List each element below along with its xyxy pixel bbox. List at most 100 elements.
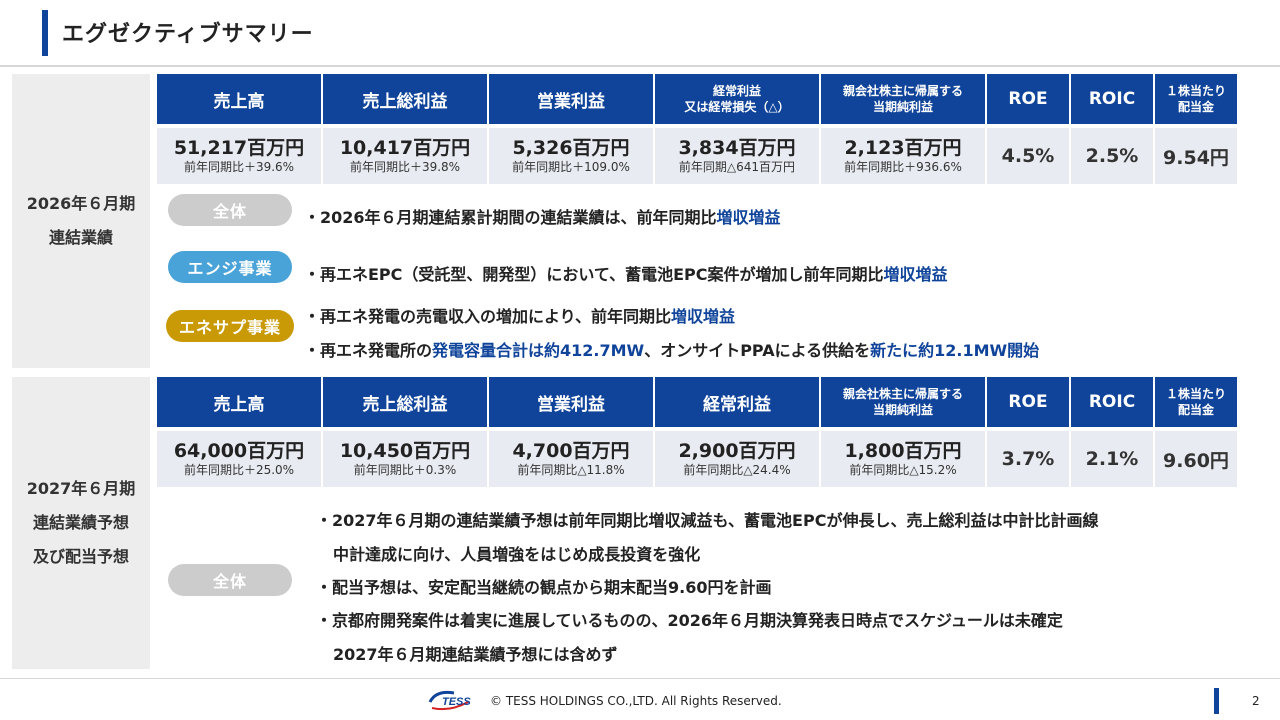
kpi-column: ROIC 2.5% <box>1071 74 1153 184</box>
section-label-line: 2027年６月期 <box>26 479 136 498</box>
bullet-text: ・再エネ発電の売電収入の増加により、前年同期比 <box>304 307 672 326</box>
kpi-column: ROE 4.5% <box>987 74 1069 184</box>
kpi-header-line: 営業利益 <box>537 394 605 415</box>
kpi-column: 営業利益 4,700百万円 前年同期比△11.8% <box>489 377 653 487</box>
kpi-header: 経常利益 又は経常損失（△） <box>655 74 819 124</box>
bullet-engi: ・再エネEPC（受託型、開発型）において、蓄電池EPC案件が増加し前年同期比増収… <box>304 261 948 285</box>
kpi-column: 売上高 64,000百万円 前年同期比＋25.0% <box>157 377 321 487</box>
kpi-value-cell: 4,700百万円 前年同期比△11.8% <box>489 431 653 487</box>
kpi-header-line: ROE <box>1008 89 1048 109</box>
kpi-table-2026: 売上高 51,217百万円 前年同期比＋39.6% 売上総利益 10,417百万円 前年同… <box>157 74 1237 184</box>
kpi-yoy: 前年同期比△15.2% <box>849 463 957 477</box>
kpi-value-cell: 51,217百万円 前年同期比＋39.6% <box>157 128 321 184</box>
section-label-line: 2026年６月期 <box>26 194 136 213</box>
section-label-2027: 2027年６月期 連結業績予想 及び配当予想 <box>12 377 150 669</box>
kpi-column: 経常利益 又は経常損失（△） 3,834百万円 前年同期△641百万円 <box>655 74 819 184</box>
footer-divider <box>0 678 1280 679</box>
kpi-value: 4.5% <box>1001 145 1055 167</box>
kpi-header: 売上総利益 <box>323 377 487 427</box>
kpi-value-cell: 2.5% <box>1071 128 1153 184</box>
kpi-yoy: 前年同期比△11.8% <box>517 463 625 477</box>
kpi-value-cell: 64,000百万円 前年同期比＋25.0% <box>157 431 321 487</box>
kpi-value: 2.5% <box>1085 145 1139 167</box>
kpi-header-line: 親会社株主に帰属する <box>842 84 963 98</box>
bullet-highlight: 増収増益 <box>671 307 736 326</box>
kpi-column: 売上総利益 10,450百万円 前年同期比＋0.3% <box>323 377 487 487</box>
kpi-value: 9.60円 <box>1163 449 1229 472</box>
kpi-header: 経常利益 <box>655 377 819 427</box>
bullet-text: ・再エネ発電所の <box>304 341 433 360</box>
section-label-line: 及び配当予想 <box>32 547 129 566</box>
kpi-header-line: １株当たり <box>1165 84 1226 98</box>
bullet-2027-1: ・2027年６月期の連結業績予想は前年同期比増収減益も、蓄電池EPCが伸長し、売… <box>316 511 1099 530</box>
kpi-column: 売上高 51,217百万円 前年同期比＋39.6% <box>157 74 321 184</box>
bullet-2027-1-cont: 中計達成に向け、人員増強をはじめ成長投資を強化 <box>333 545 701 564</box>
bullet-highlight: 発電容量合計は約412.7MW <box>432 341 645 360</box>
kpi-value: 64,000百万円 <box>173 440 305 462</box>
kpi-header-line: ROIC <box>1088 392 1136 412</box>
pill-all-2027: 全体 <box>168 564 292 596</box>
kpi-column: 経常利益 2,900百万円 前年同期比△24.4% <box>655 377 819 487</box>
kpi-header-line: 経常利益 <box>703 394 771 415</box>
bullet-enesup-2: ・再エネ発電所の発電容量合計は約412.7MW、オンサイトPPAによる供給を新た… <box>304 337 1039 361</box>
bullet-text: 、オンサイトPPAによる供給を <box>644 341 871 360</box>
kpi-value-cell: 1,800百万円 前年同期比△15.2% <box>821 431 985 487</box>
title-accent-bar <box>42 10 48 56</box>
bullet-highlight: 増収増益 <box>716 208 781 227</box>
kpi-value-cell: 2,123百万円 前年同期比＋936.6% <box>821 128 985 184</box>
kpi-yoy: 前年同期比＋936.6% <box>844 160 962 174</box>
kpi-header: 営業利益 <box>489 74 653 124</box>
kpi-header: ROE <box>987 377 1069 427</box>
kpi-header-line: 売上高 <box>213 91 265 112</box>
kpi-header: ROIC <box>1071 74 1153 124</box>
kpi-header: 売上高 <box>157 377 321 427</box>
kpi-value-cell: 5,326百万円 前年同期比＋109.0% <box>489 128 653 184</box>
kpi-header-line: 売上総利益 <box>362 394 448 415</box>
kpi-value: 4,700百万円 <box>512 440 630 462</box>
kpi-header: １株当たり配当金 <box>1155 377 1237 427</box>
kpi-yoy: 前年同期比＋0.3% <box>353 463 457 477</box>
pill-engi: エンジ事業 <box>168 251 292 283</box>
kpi-header-line: 又は経常損失（△） <box>684 100 790 114</box>
kpi-value-cell: 10,417百万円 前年同期比＋39.8% <box>323 128 487 184</box>
kpi-value-cell: 4.5% <box>987 128 1069 184</box>
page-number: 2 <box>1252 694 1260 708</box>
kpi-table-2027: 売上高 64,000百万円 前年同期比＋25.0% 売上総利益 10,450百万円 前年同… <box>157 377 1237 487</box>
kpi-value-cell: 2,900百万円 前年同期比△24.4% <box>655 431 819 487</box>
kpi-header-line: 配当金 <box>1177 403 1214 417</box>
kpi-header: １株当たり 配当金 <box>1155 74 1237 124</box>
kpi-header-line: 親会社株主に帰属する <box>842 387 963 401</box>
section-label-2026: 2026年６月期 連結業績 <box>12 74 150 368</box>
kpi-header: 親会社株主に帰属する 当期純利益 <box>821 377 985 427</box>
kpi-value-cell: 3,834百万円 前年同期△641百万円 <box>655 128 819 184</box>
pill-all-2026: 全体 <box>168 194 292 226</box>
kpi-value: 2,900百万円 <box>678 440 796 462</box>
kpi-header-line: ROE <box>1008 392 1048 412</box>
bullet-highlight: 増収増益 <box>883 265 948 284</box>
kpi-value: 3.7% <box>1001 448 1055 470</box>
section-label-line: 連結業績予想 <box>32 513 129 532</box>
kpi-header-line: １株当たり <box>1165 387 1226 401</box>
kpi-value-cell: 9.60円 <box>1155 431 1237 487</box>
kpi-header-line: 当期純利益 <box>872 403 933 417</box>
kpi-value: 5,326百万円 <box>512 137 630 159</box>
kpi-header: 営業利益 <box>489 377 653 427</box>
kpi-value: 2.1% <box>1085 448 1139 470</box>
kpi-value-cell: 2.1% <box>1071 431 1153 487</box>
bullet-2027-2: ・配当予想は、安定配当継続の観点から期末配当9.60円を計画 <box>316 578 772 597</box>
kpi-header-line: 売上総利益 <box>362 91 448 112</box>
kpi-header: 売上総利益 <box>323 74 487 124</box>
kpi-header: 親会社株主に帰属する 当期純利益 <box>821 74 985 124</box>
bullet-text: ・再エネEPC（受託型、開発型）において、蓄電池EPC案件が増加し前年同期比 <box>304 265 884 284</box>
kpi-value: 1,800百万円 <box>844 440 962 462</box>
bullet-enesup-1: ・再エネ発電の売電収入の増加により、前年同期比増収増益 <box>304 303 735 327</box>
kpi-value-cell: 10,450百万円 前年同期比＋0.3% <box>323 431 487 487</box>
kpi-yoy: 前年同期比△24.4% <box>683 463 791 477</box>
page-accent-bar <box>1214 688 1219 714</box>
kpi-header-line: 営業利益 <box>537 91 605 112</box>
kpi-header-line: ROIC <box>1088 89 1136 109</box>
kpi-column: 親会社株主に帰属する 当期純利益 2,123百万円 前年同期比＋936.6% <box>821 74 985 184</box>
copyright-text: © TESS HOLDINGS CO.,LTD. All Rights Rese… <box>490 694 782 708</box>
kpi-value: 10,450百万円 <box>339 440 471 462</box>
kpi-column: 営業利益 5,326百万円 前年同期比＋109.0% <box>489 74 653 184</box>
